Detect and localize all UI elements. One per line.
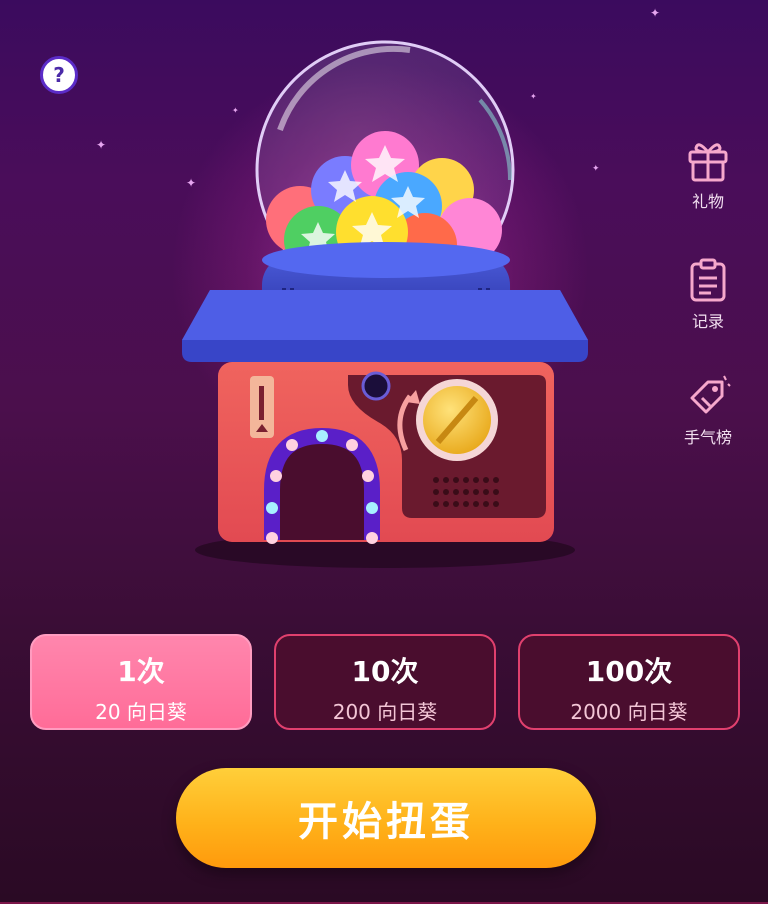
clipboard-icon xyxy=(690,258,726,302)
option-count: 1次 xyxy=(117,655,165,688)
side-menu-gift[interactable]: 礼物 xyxy=(672,136,744,212)
side-menu-label: 记录 xyxy=(691,312,724,331)
gift-icon xyxy=(688,143,728,182)
option-100-draws[interactable]: 100次 2000 向日葵 xyxy=(518,634,740,730)
question-mark-icon: ? xyxy=(53,63,65,87)
start-button-label: 开始扭蛋 xyxy=(298,799,474,845)
start-gashapon-button[interactable]: 开始扭蛋 xyxy=(176,768,596,868)
sparkle-icon: ✦ xyxy=(96,138,107,152)
help-button[interactable]: ? xyxy=(40,56,78,94)
sparkle-icon: ✦ xyxy=(592,164,600,174)
sparkle-icon: ✦ xyxy=(650,6,661,20)
side-menu-label: 手气榜 xyxy=(683,428,732,447)
option-cost: 2000 向日葵 xyxy=(570,700,688,724)
option-count: 10次 xyxy=(351,655,419,688)
gashapon-machine-illustration xyxy=(182,40,588,568)
option-1-draw[interactable]: 1次 20 向日葵 xyxy=(30,634,252,730)
option-count: 100次 xyxy=(585,655,673,688)
option-cost: 20 向日葵 xyxy=(95,700,187,724)
side-menu-leaderboard[interactable]: 手气榜 xyxy=(672,372,744,448)
tag-icon xyxy=(690,375,731,414)
side-menu-label: 礼物 xyxy=(691,192,724,211)
side-menu-record[interactable]: 记录 xyxy=(672,256,744,332)
option-10-draws[interactable]: 10次 200 向日葵 xyxy=(274,634,496,730)
option-cost: 200 向日葵 xyxy=(332,700,438,724)
